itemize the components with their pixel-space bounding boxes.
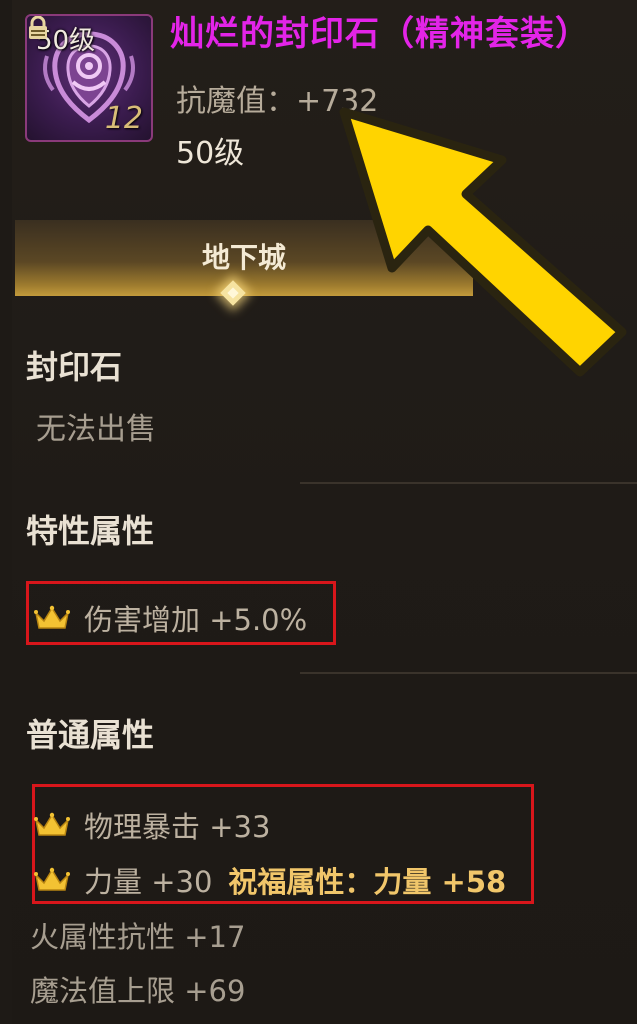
- sell-status-text: 无法出售: [36, 412, 156, 447]
- section-divider: [300, 672, 637, 674]
- extra-attr-text: 魔法值上限 +69: [30, 974, 246, 1008]
- seal-stone-icon[interactable]: 50级 12: [25, 14, 153, 142]
- item-required-level: 50级: [176, 136, 245, 171]
- lock-icon: [29, 16, 47, 39]
- special-attributes-heading: 特性属性: [26, 512, 155, 550]
- special-attr-text: 伤害增加 +5.0%: [84, 603, 308, 637]
- item-type-heading: 封印石: [26, 348, 123, 386]
- extra-attr-text: 火属性抗性 +17: [30, 920, 246, 954]
- crown-icon: [34, 867, 70, 891]
- normal-attr-row: 力量 +30 祝福属性：力量 +58: [34, 859, 506, 901]
- crown-icon: [34, 812, 70, 836]
- section-divider: [300, 482, 637, 484]
- normal-attributes-heading: 普通属性: [26, 716, 155, 754]
- normal-attr-text: 力量 +30: [84, 865, 213, 899]
- crown-icon: [34, 605, 70, 629]
- normal-attr-text: 物理暴击 +33: [84, 810, 271, 844]
- item-name: 灿烂的封印石（精神套装）: [170, 14, 590, 54]
- blessing-attr-text: 祝福属性：力量 +58: [228, 865, 507, 899]
- normal-attr-row: 物理暴击 +33: [34, 804, 270, 846]
- arrow-pointer-icon: [339, 107, 627, 377]
- special-attr-row: 伤害增加 +5.0%: [34, 597, 307, 639]
- item-stack-count: 12: [104, 101, 143, 136]
